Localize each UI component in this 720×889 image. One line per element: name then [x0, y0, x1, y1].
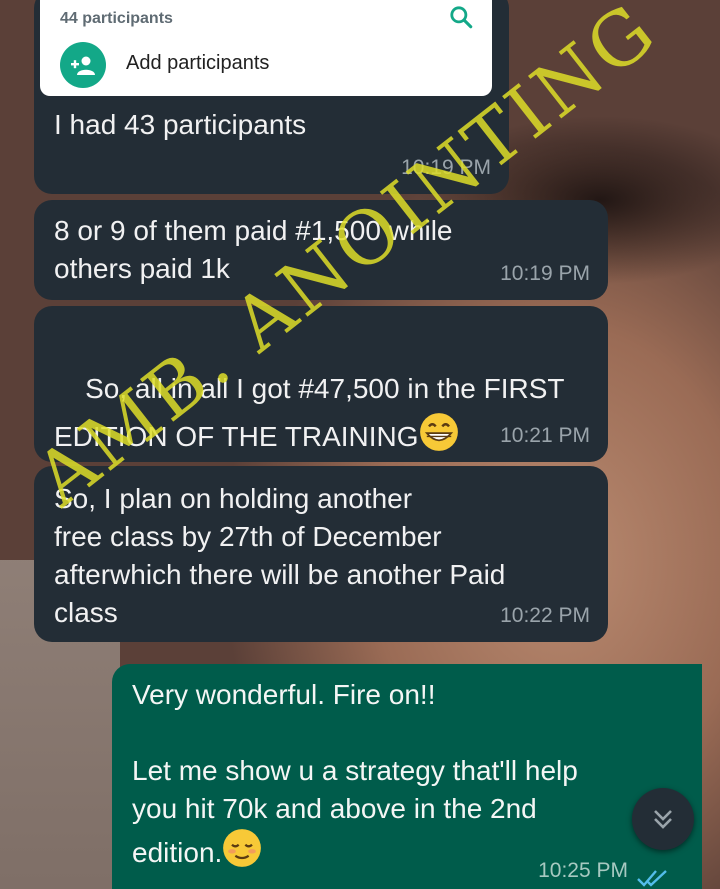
participants-count: 44 participants — [60, 10, 173, 27]
message-time: 10:22 PM — [500, 604, 590, 627]
add-participants-label[interactable]: Add participants — [126, 52, 269, 75]
group-info-card[interactable]: 44 participants Add participants — [40, 0, 492, 96]
message-time: 10:21 PM — [500, 424, 590, 447]
outgoing-text-spacer — [132, 714, 682, 752]
outgoing-text-line1: Very wonderful. Fire on!! — [132, 679, 436, 710]
message-text: I had 43 participants — [54, 109, 307, 140]
scroll-to-bottom-button[interactable] — [632, 788, 694, 850]
message-bubble-4[interactable]: So, I plan on holding another free class… — [34, 466, 608, 642]
search-icon[interactable] — [448, 4, 474, 30]
relieved-emoji — [223, 829, 262, 867]
chevron-double-down-icon — [654, 810, 672, 829]
message-time: 10:25 PM — [538, 859, 628, 882]
add-participants-button[interactable] — [60, 42, 106, 88]
double-check-icon — [637, 870, 667, 887]
message-bubble-3[interactable]: So, all in all I got #47,500 in the FIRS… — [34, 306, 608, 462]
grinning-emoji — [419, 413, 458, 451]
message-bubble-2[interactable]: 8 or 9 of them paid #1,500 while others … — [34, 200, 608, 300]
message-time: 10:19 PM — [401, 156, 491, 179]
message-time: 10:19 PM — [500, 262, 590, 285]
add-person-icon — [71, 56, 95, 75]
outgoing-message-bubble[interactable]: Very wonderful. Fire on!! Let me show u … — [112, 664, 702, 889]
